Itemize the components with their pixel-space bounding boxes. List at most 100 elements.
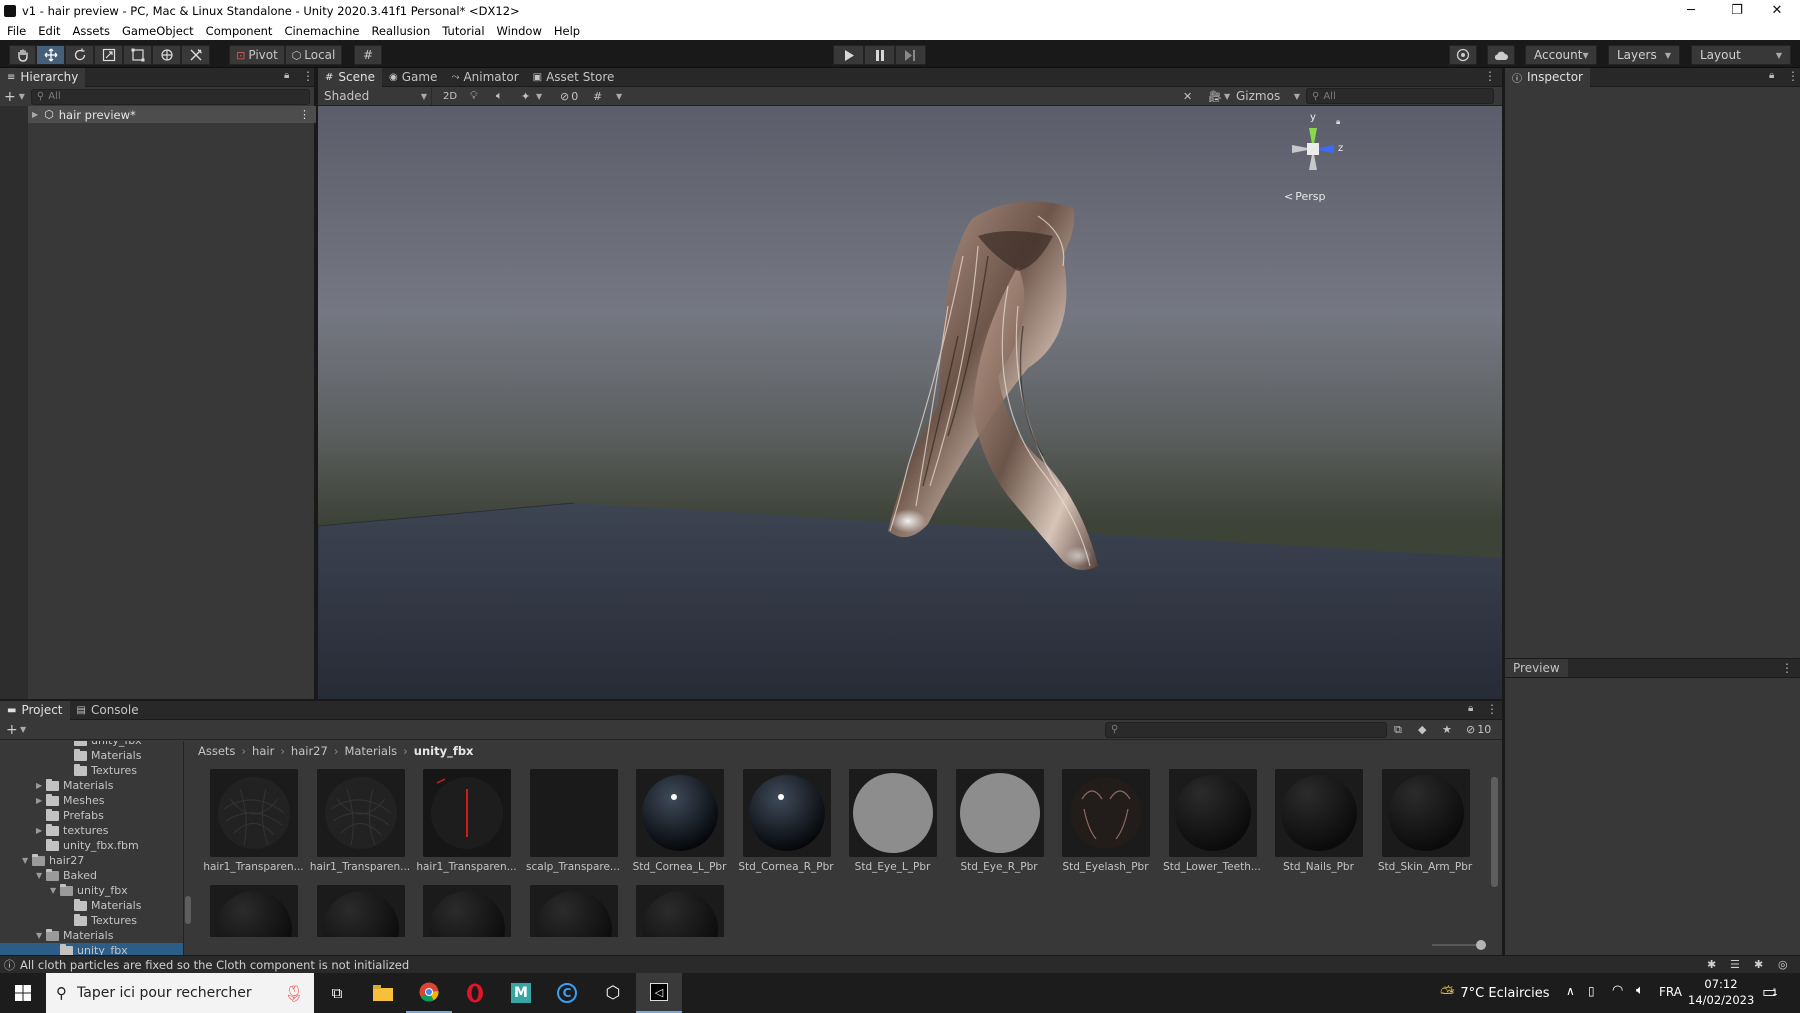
chevron-down-icon[interactable]: ▼ [19,92,25,101]
material-asset[interactable]: hair1_Transparen... [307,769,410,885]
cache-server-icon[interactable]: ☰ [1730,958,1740,971]
tree-item[interactable]: unity_fbx [64,741,142,748]
custom-tool-button[interactable] [181,45,210,65]
2d-toggle-button[interactable]: 2D [438,88,462,105]
orientation-gizmo[interactable]: y z 🔒︎ [1278,112,1348,184]
projection-toggle[interactable]: < Persp [1284,190,1325,203]
gizmos-dropdown[interactable]: Gizmos ▼ [1236,89,1300,103]
chevron-down-icon[interactable]: ▼ [36,931,46,940]
hidden-objects-toggle[interactable]: ⊘ 0 [560,90,578,103]
material-asset[interactable] [307,885,405,937]
hierarchy-search-input[interactable]: ⚲ All [30,88,310,105]
tools-icon[interactable]: ✕ [1183,90,1192,103]
cloud-button[interactable] [1487,45,1515,65]
pause-button[interactable] [864,45,895,65]
menu-help[interactable]: Help [548,24,586,38]
chevron-right-icon[interactable]: ▶ [36,781,46,790]
unity-editor-button[interactable]: ◁ [636,973,682,1013]
close-button[interactable]: ✕ [1754,0,1800,21]
chevron-up-icon[interactable]: ∧ [1566,984,1575,998]
menu-reallusion[interactable]: Reallusion [365,24,436,38]
material-asset[interactable]: Std_Eye_L_Pbr [839,769,937,885]
zoom-slider[interactable] [1432,940,1486,950]
layout-dropdown[interactable]: Layout ▼ [1691,45,1791,65]
tab-game[interactable]: ◉ Game [382,68,444,87]
scene-search-input[interactable]: ⚲ All [1306,88,1494,104]
chevron-right-icon[interactable]: ▶ [36,826,46,835]
character-creator-button[interactable]: C [544,973,590,1013]
material-asset[interactable]: Std_Cornea_L_Pbr [626,769,726,885]
material-asset[interactable]: scalp_Transpare... [520,769,620,885]
grid-snap-button[interactable]: # [354,45,382,65]
menu-component[interactable]: Component [200,24,279,38]
tree-scrollbar-thumb[interactable] [185,896,191,924]
lock-icon[interactable]: 🔒︎ [284,70,289,81]
create-plus-icon[interactable]: + [6,722,18,738]
tab-scene[interactable]: # Scene [318,67,382,87]
breadcrumb-assets[interactable]: Assets [198,744,235,758]
tree-item[interactable]: ▼ Baked [36,868,97,883]
transform-tool-button[interactable] [152,45,181,65]
material-asset[interactable] [200,885,298,937]
volume-icon[interactable]: 🔈︎ [1636,983,1644,998]
play-button[interactable] [833,45,864,65]
menu-tutorial[interactable]: Tutorial [436,24,490,38]
opera-button[interactable] [452,973,498,1013]
tree-scrollbar[interactable] [184,743,192,955]
material-asset[interactable] [626,885,724,937]
input-language[interactable]: FRA [1659,985,1682,999]
effects-icon[interactable]: ✦ [521,90,530,103]
status-message[interactable]: All cloth particles are fixed so the Clo… [20,958,409,972]
more-options-icon[interactable]: ⋮ [302,69,314,83]
scale-tool-button[interactable] [94,45,123,65]
tree-item[interactable]: Prefabs [36,808,104,823]
rotate-tool-button[interactable] [65,45,94,65]
wifi-icon[interactable]: ◠ [1612,983,1623,998]
material-asset[interactable]: Std_Eyelash_Pbr [1052,769,1150,885]
pivot-toggle[interactable]: ⊡ Pivot [229,45,285,65]
tree-item[interactable]: Textures [64,913,137,928]
search-by-type-icon[interactable]: ⧉ [1394,723,1402,737]
create-plus-icon[interactable]: + [4,89,16,105]
local-toggle[interactable]: ⬡ Local [285,45,342,65]
chevron-down-icon[interactable]: ▼ [616,92,622,101]
menu-assets[interactable]: Assets [67,24,116,38]
chevron-down-icon[interactable]: ▼ [36,871,46,880]
more-options-icon[interactable]: ⋮ [299,108,310,121]
lock-icon[interactable]: 🔒︎ [1769,70,1774,81]
task-view-button[interactable]: ⧉ [314,973,360,1013]
breadcrumb-hair27[interactable]: hair27 [291,744,328,758]
chevron-down-icon[interactable]: ▼ [50,886,60,895]
lock-icon[interactable]: 🔒︎ [1336,117,1340,127]
hidden-packages-toggle[interactable]: ⊘ 10 [1466,723,1491,736]
preview-tab[interactable]: Preview [1505,659,1568,677]
more-options-icon[interactable]: ⋮ [1484,69,1496,83]
more-options-icon[interactable]: ⋮ [1787,69,1799,83]
progress-icon[interactable]: ◎ [1778,958,1788,971]
tree-item[interactable]: unity_fbx.fbm [36,838,139,853]
tab-inspector[interactable]: ⓘ Inspector [1505,67,1590,87]
chevron-down-icon[interactable]: ▼ [20,725,26,734]
step-button[interactable] [895,45,926,65]
tree-item[interactable]: unity_fbx [0,943,183,955]
start-button[interactable] [0,973,46,1013]
chevron-down-icon[interactable]: ▼ [22,856,32,865]
material-asset[interactable]: hair1_Transparen... [413,769,517,885]
tree-item[interactable]: ▶ Materials [36,778,113,793]
notification-center-button[interactable]: ▭ 1 [1762,982,1778,1001]
scene-root-item[interactable]: ▶ ⬡ hair preview* ⋮ [28,106,316,123]
tree-item[interactable]: Materials [64,748,141,763]
expand-arrow-icon[interactable]: ▶ [32,110,38,119]
breadcrumb-materials[interactable]: Materials [344,744,397,758]
preview-header[interactable]: Preview ⋮ [1505,658,1800,678]
more-options-icon[interactable]: ⋮ [1486,702,1498,716]
chevron-down-icon[interactable]: ▼ [536,92,542,101]
lock-icon[interactable]: 🔒︎ [1468,703,1473,714]
layers-dropdown[interactable]: Layers ▼ [1608,45,1680,65]
unity-hub-button[interactable]: ⬡ [590,973,636,1013]
hand-tool-button[interactable] [9,45,36,65]
material-asset[interactable]: Std_Eye_R_Pbr [946,769,1044,885]
chevron-down-icon[interactable]: ▼ [1224,92,1230,101]
material-asset[interactable] [520,885,618,937]
project-search-input[interactable]: ⚲ [1105,721,1387,738]
